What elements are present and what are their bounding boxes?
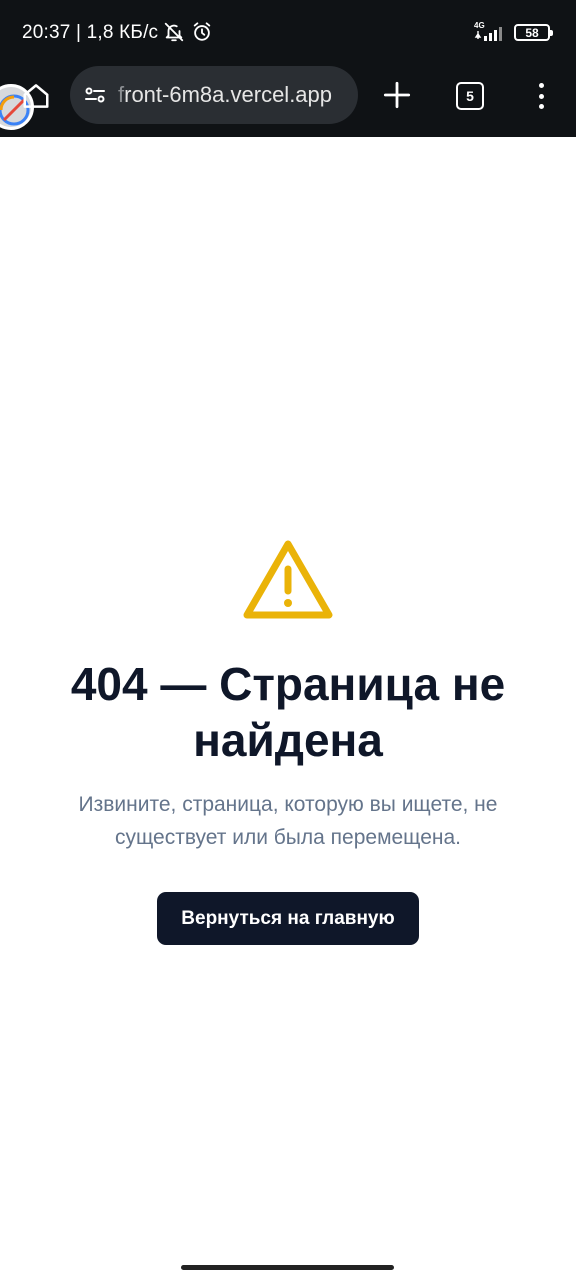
address-bar[interactable]: front-6m8a.vercel.app	[70, 66, 358, 124]
status-icons-right: 58	[474, 24, 553, 41]
battery-icon: 58	[514, 24, 553, 41]
url-rest: ront-6m8a.vercel.app	[124, 82, 333, 107]
site-settings-icon	[85, 87, 105, 103]
signal-icon	[474, 26, 502, 41]
browser-chrome: 20:37 | 1,8 КБ/с 4G 58 front-6m8a.vercel…	[0, 0, 576, 137]
page-subtitle: Извините, страница, которую вы ищете, не…	[78, 793, 498, 849]
status-time: 20:37 | 1,8 КБ/с	[22, 22, 159, 43]
more-menu-button[interactable]	[530, 80, 552, 112]
page-title: 404 — Страница не найдена	[70, 658, 506, 766]
tabs-button[interactable]: 5	[456, 82, 484, 110]
warning-icon	[243, 540, 333, 619]
battery-level: 58	[525, 25, 539, 40]
alarm-icon	[193, 22, 211, 41]
gesture-bar[interactable]	[181, 1265, 394, 1270]
bell-off-icon	[164, 22, 184, 42]
url-text[interactable]: front-6m8a.vercel.app	[118, 82, 332, 108]
home-button[interactable]	[18, 78, 54, 114]
more-icon	[538, 83, 544, 88]
new-tab-button[interactable]	[380, 78, 414, 112]
back-home-button[interactable]: Вернуться на главную	[157, 892, 419, 945]
more-icon-dot	[538, 93, 544, 99]
more-icon-dot	[538, 104, 544, 109]
not-found-panel: 404 — Страница не найдена Извините, стра…	[0, 538, 576, 945]
status-icons-left	[163, 21, 213, 43]
tabs-icon: 5	[466, 88, 474, 104]
home-icon	[23, 84, 49, 108]
site-settings-button[interactable]	[82, 82, 108, 108]
plus-icon	[383, 81, 411, 109]
